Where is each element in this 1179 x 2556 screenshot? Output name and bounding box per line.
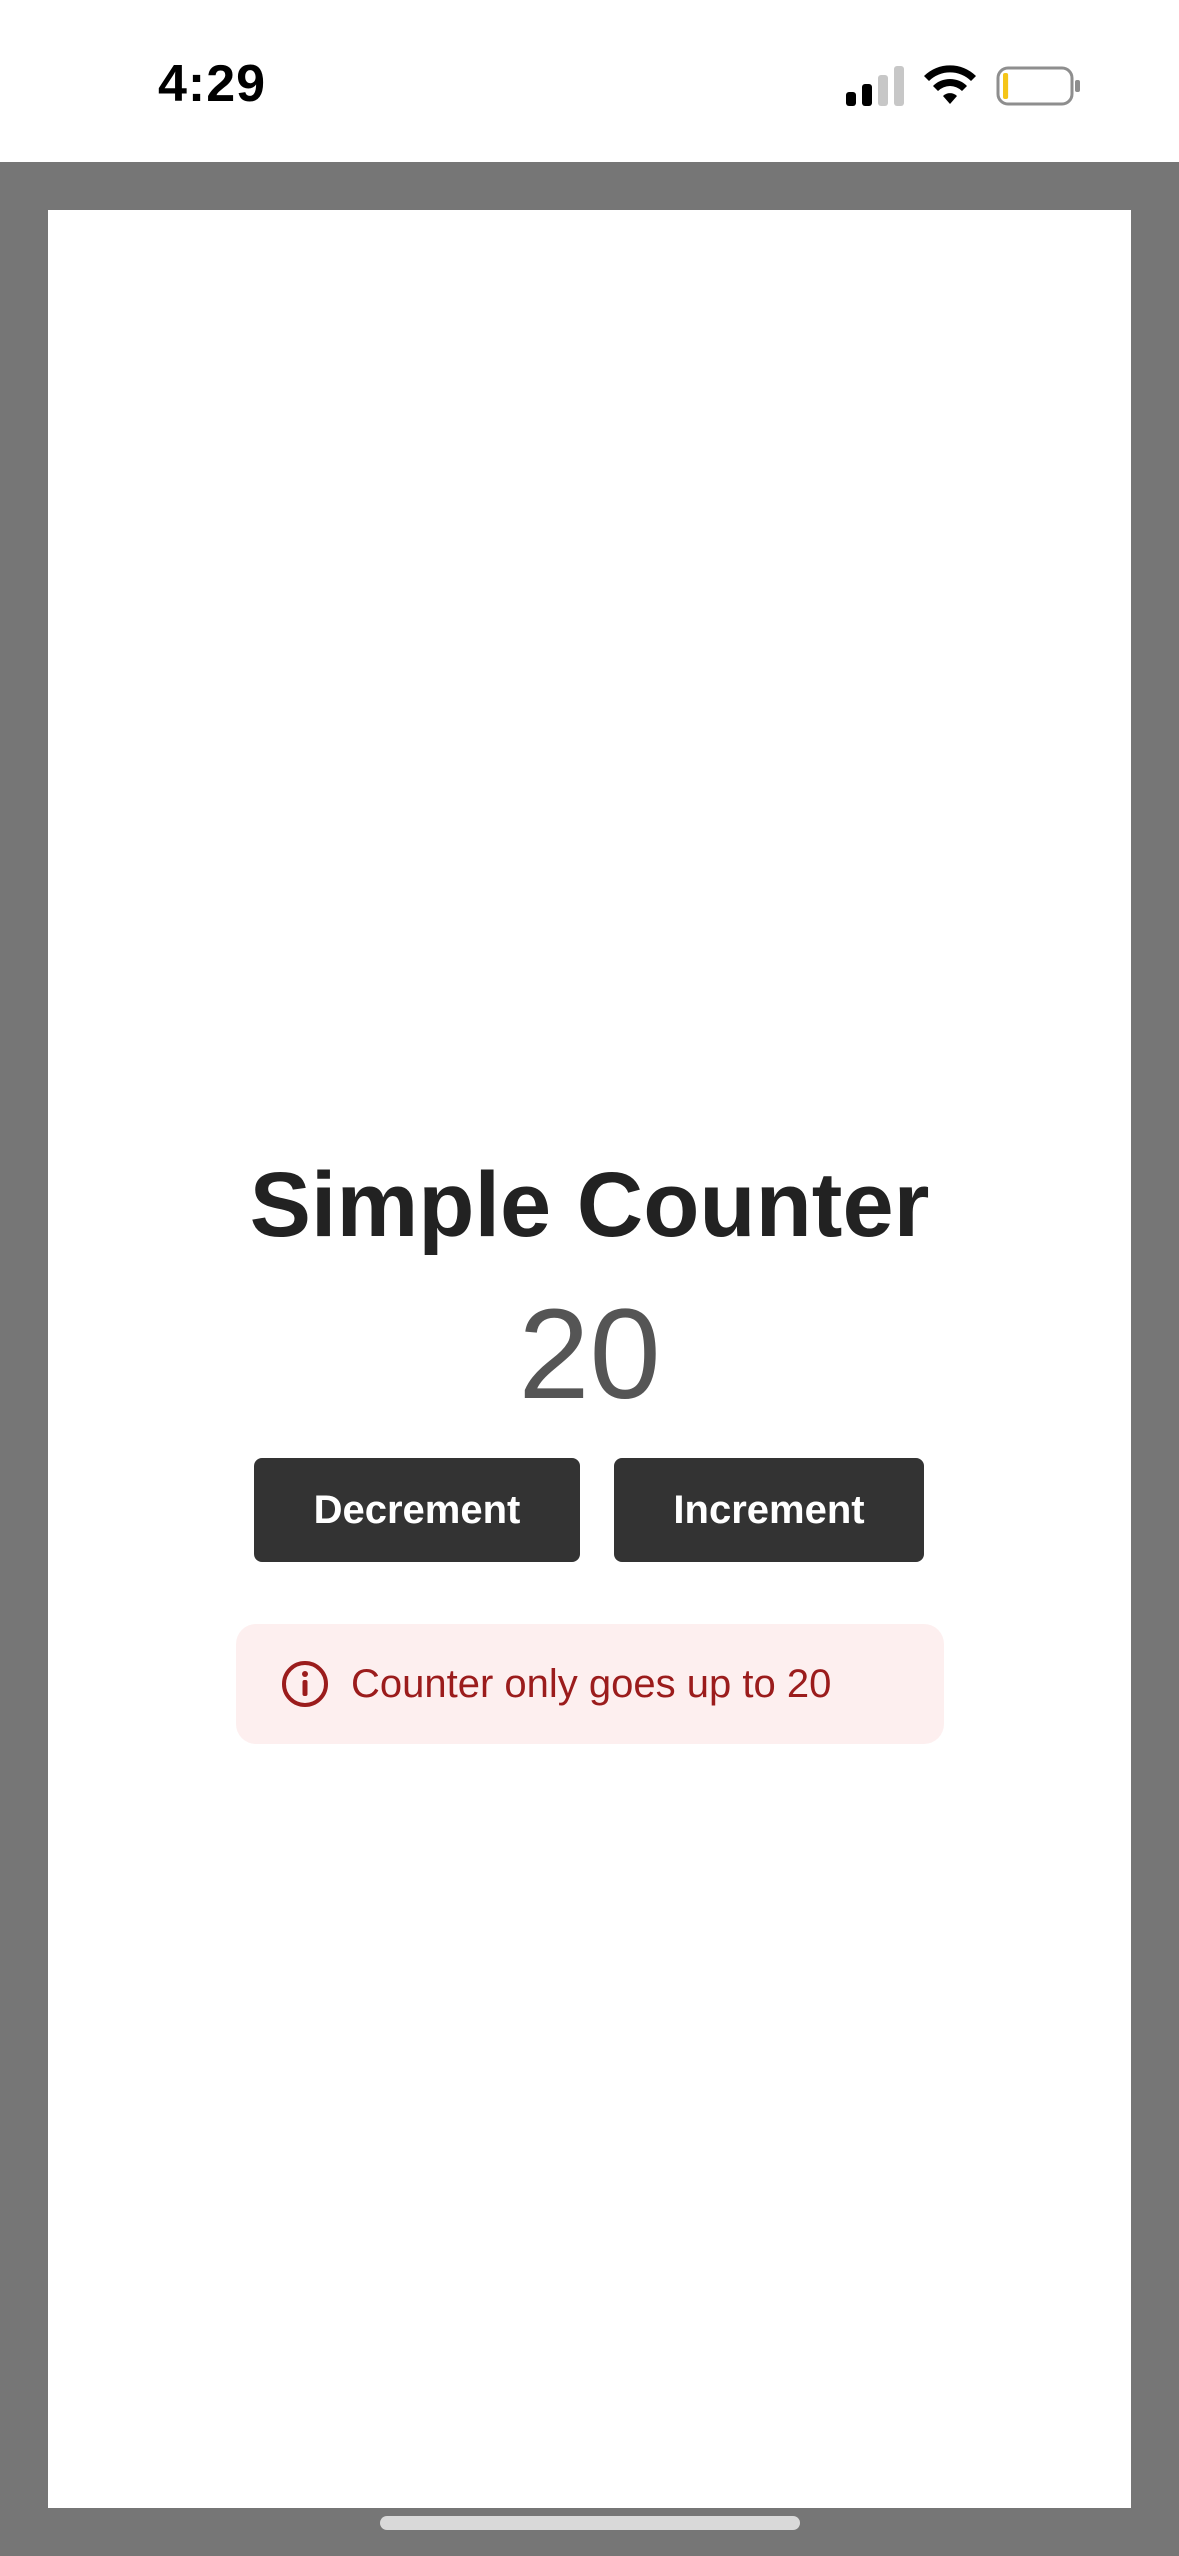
battery-level-fill xyxy=(1003,73,1009,99)
app-frame: Simple Counter 20 Decrement Increment Co… xyxy=(48,210,1131,2508)
counter-app: Simple Counter 20 Decrement Increment Co… xyxy=(48,210,1131,2508)
wifi-icon xyxy=(924,65,976,104)
status-bar: 4:29 xyxy=(0,0,1179,162)
increment-button[interactable]: Increment xyxy=(614,1458,924,1562)
cellular-signal-icon xyxy=(846,66,904,106)
status-time: 4:29 xyxy=(158,55,267,113)
alert-message: Counter only goes up to 20 xyxy=(351,1662,832,1706)
page-title: Simple Counter xyxy=(249,1154,930,1256)
info-icon xyxy=(282,1661,328,1707)
home-indicator[interactable] xyxy=(380,2516,800,2530)
counter-value: 20 xyxy=(518,1283,661,1426)
battery-icon xyxy=(996,66,1080,106)
decrement-button[interactable]: Decrement xyxy=(254,1458,580,1562)
limit-alert: Counter only goes up to 20 xyxy=(236,1624,944,1744)
